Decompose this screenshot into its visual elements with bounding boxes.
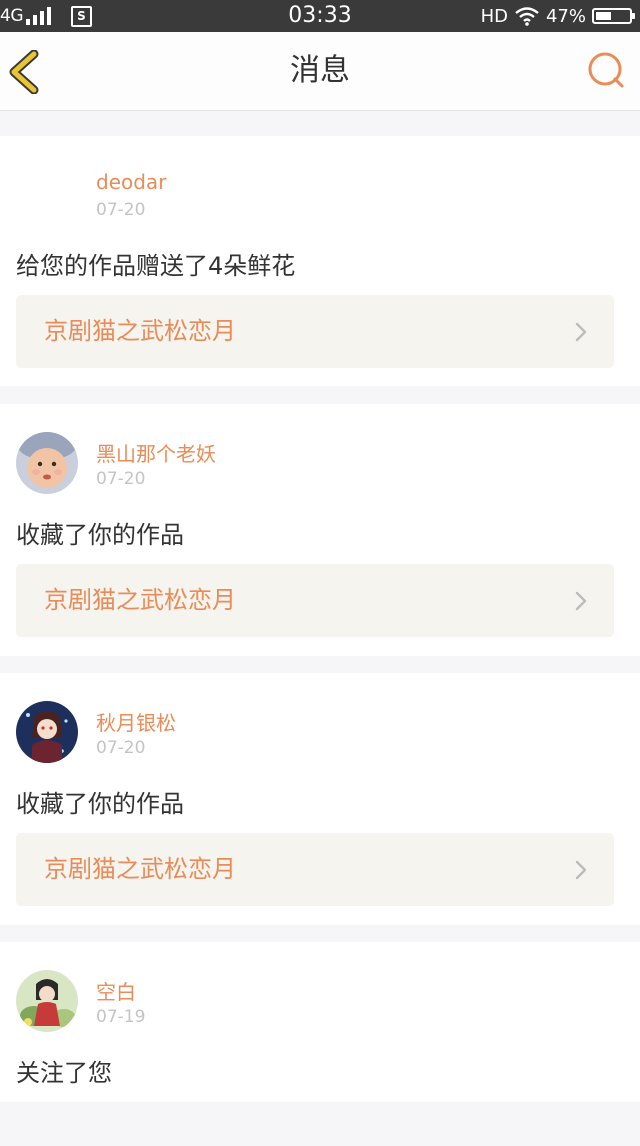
status-bar: 4G S 03:33 HD 47% [0, 0, 640, 32]
message-date: 07-20 [96, 200, 146, 220]
message-action: 关注了您 [16, 1059, 112, 1087]
chevron-right-icon [575, 591, 587, 611]
message-card: 黑山那个老妖 07-20 收藏了你的作品 京剧猫之武松恋月 [0, 404, 640, 656]
message-card: deodar 07-20 给您的作品赠送了4朵鲜花 京剧猫之武松恋月 [0, 136, 640, 386]
chevron-right-icon [575, 322, 587, 342]
message-card: 秋月银松 07-20 收藏了你的作品 京剧猫之武松恋月 [0, 673, 640, 925]
message-date: 07-20 [96, 469, 146, 489]
message-date: 07-19 [96, 1007, 146, 1027]
anime-avatar-image [16, 701, 78, 763]
nav-bar: 消息 [0, 32, 640, 111]
message-action: 收藏了你的作品 [16, 790, 184, 818]
work-title: 京剧猫之武松恋月 [44, 586, 236, 614]
avatar[interactable] [16, 432, 78, 494]
search-icon[interactable] [586, 50, 626, 90]
avatar[interactable] [16, 168, 78, 230]
message-card: 空白 07-19 关注了您 [0, 942, 640, 1102]
username[interactable]: 黑山那个老妖 [96, 438, 216, 467]
battery-icon [592, 8, 635, 24]
username[interactable]: 秋月银松 [96, 707, 176, 736]
message-action: 收藏了你的作品 [16, 521, 184, 549]
work-link[interactable]: 京剧猫之武松恋月 [16, 295, 614, 368]
anime-avatar-image [16, 970, 78, 1032]
chevron-right-icon [575, 860, 587, 880]
username[interactable]: 空白 [96, 976, 136, 1005]
hd-indicator: HD [480, 5, 508, 27]
work-link[interactable]: 京剧猫之武松恋月 [16, 833, 614, 906]
message-action: 给您的作品赠送了4朵鲜花 [16, 252, 296, 280]
work-title: 京剧猫之武松恋月 [44, 855, 236, 883]
work-link[interactable]: 京剧猫之武松恋月 [16, 564, 614, 637]
battery-percent: 47% [545, 5, 586, 27]
baby-avatar-image [16, 432, 78, 494]
wifi-icon [515, 7, 539, 26]
page-title: 消息 [290, 53, 350, 88]
avatar[interactable] [16, 970, 78, 1032]
message-date: 07-20 [96, 738, 146, 758]
work-title: 京剧猫之武松恋月 [44, 317, 236, 345]
username[interactable]: deodar [96, 170, 166, 194]
avatar[interactable] [16, 701, 78, 763]
